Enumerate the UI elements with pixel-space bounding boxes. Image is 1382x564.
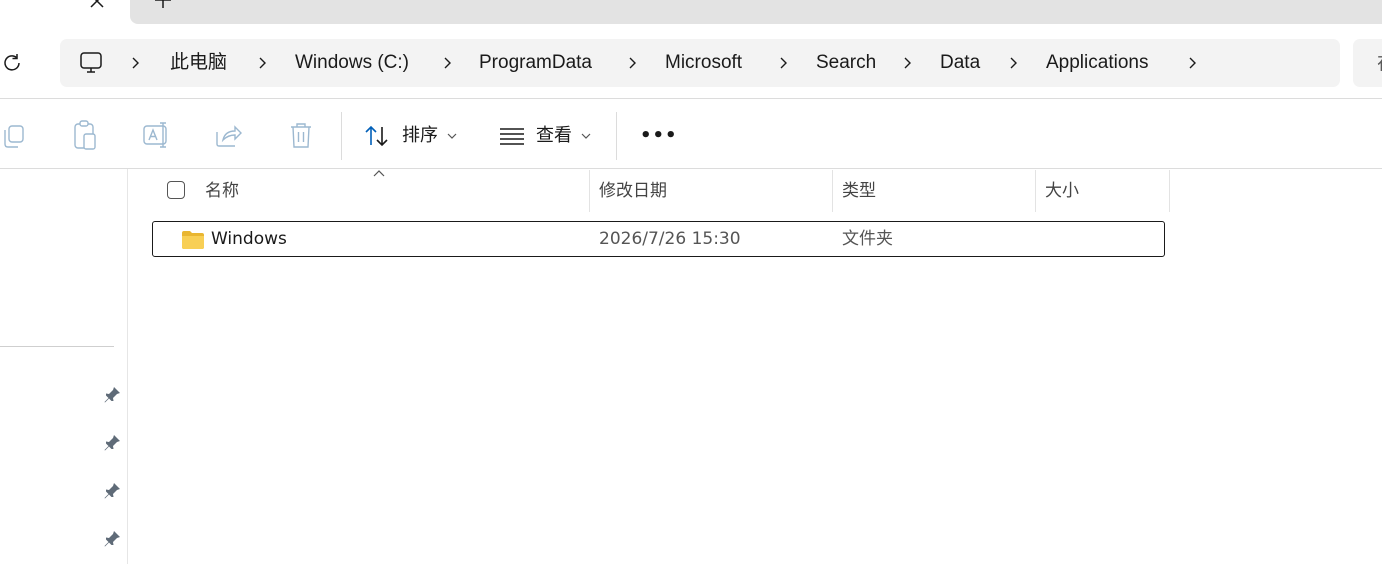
pin-icon[interactable] (103, 386, 121, 404)
chevron-right-icon[interactable] (778, 55, 790, 71)
pin-icon[interactable] (103, 530, 121, 548)
column-separator[interactable] (1035, 170, 1036, 212)
file-modified: 2026/7/26 15:30 (599, 229, 741, 249)
chevron-down-icon (581, 133, 591, 139)
column-header-type[interactable]: 类型 (842, 170, 1035, 212)
breadcrumb-this-pc[interactable]: 此电脑 (170, 39, 227, 87)
search-input[interactable]: 在 (1353, 39, 1382, 87)
new-tab-area[interactable] (130, 0, 1382, 24)
view-button[interactable]: 查看 (499, 112, 599, 160)
search-hint: 在 (1377, 39, 1382, 87)
column-header-modified[interactable]: 修改日期 (599, 170, 832, 212)
toolbar-separator (341, 112, 342, 160)
chevron-right-icon[interactable] (130, 55, 142, 71)
chevron-right-icon[interactable] (257, 55, 269, 71)
folder-icon (182, 231, 204, 249)
share-icon[interactable] (213, 118, 243, 152)
chevron-right-icon[interactable] (627, 55, 639, 71)
table-row[interactable]: Windows 2026/7/26 15:30 文件夹 (152, 221, 1165, 257)
plus-icon[interactable] (154, 0, 172, 10)
chevron-right-icon[interactable] (1008, 55, 1020, 71)
paste-icon[interactable] (70, 118, 100, 152)
address-bar[interactable]: 此电脑 Windows (C:) ProgramData Microsoft S… (60, 39, 1340, 87)
select-all-checkbox[interactable] (167, 181, 185, 199)
divider (0, 168, 1382, 169)
column-header-name[interactable]: 名称 (205, 170, 589, 212)
close-icon[interactable] (86, 0, 108, 13)
pane-divider[interactable] (127, 169, 128, 564)
rename-icon[interactable] (141, 118, 171, 152)
column-separator[interactable] (832, 170, 833, 212)
chevron-right-icon[interactable] (442, 55, 454, 71)
chevron-down-icon (447, 133, 457, 139)
delete-icon[interactable] (286, 118, 316, 152)
breadcrumb-programdata[interactable]: ProgramData (479, 39, 592, 87)
breadcrumb-drive-c[interactable]: Windows (C:) (295, 39, 409, 87)
breadcrumb-microsoft[interactable]: Microsoft (665, 39, 742, 87)
pin-icon[interactable] (103, 482, 121, 500)
sort-label: 排序 (402, 125, 438, 146)
file-name[interactable]: Windows (211, 222, 287, 256)
copy-icon[interactable] (0, 118, 30, 152)
divider (0, 98, 1382, 99)
column-separator[interactable] (1169, 170, 1170, 212)
breadcrumb-data[interactable]: Data (940, 39, 980, 87)
nav-separator (0, 346, 114, 347)
column-header-size[interactable]: 大小 (1045, 170, 1169, 212)
file-type: 文件夹 (842, 229, 893, 249)
sort-button[interactable]: 排序 (364, 112, 464, 160)
chevron-right-icon[interactable] (902, 55, 914, 71)
view-label: 查看 (536, 125, 572, 146)
breadcrumb-search[interactable]: Search (816, 39, 876, 87)
computer-icon[interactable] (78, 51, 104, 75)
pin-icon[interactable] (103, 434, 121, 452)
sort-icon (365, 125, 388, 147)
list-view-icon (500, 128, 524, 145)
chevron-right-icon[interactable] (1187, 55, 1199, 71)
more-options-button[interactable]: ••• (640, 112, 677, 160)
refresh-icon[interactable] (2, 52, 24, 74)
column-separator[interactable] (589, 170, 590, 212)
toolbar-separator (616, 112, 617, 160)
breadcrumb-applications[interactable]: Applications (1046, 39, 1148, 87)
tab-strip (0, 0, 1382, 28)
